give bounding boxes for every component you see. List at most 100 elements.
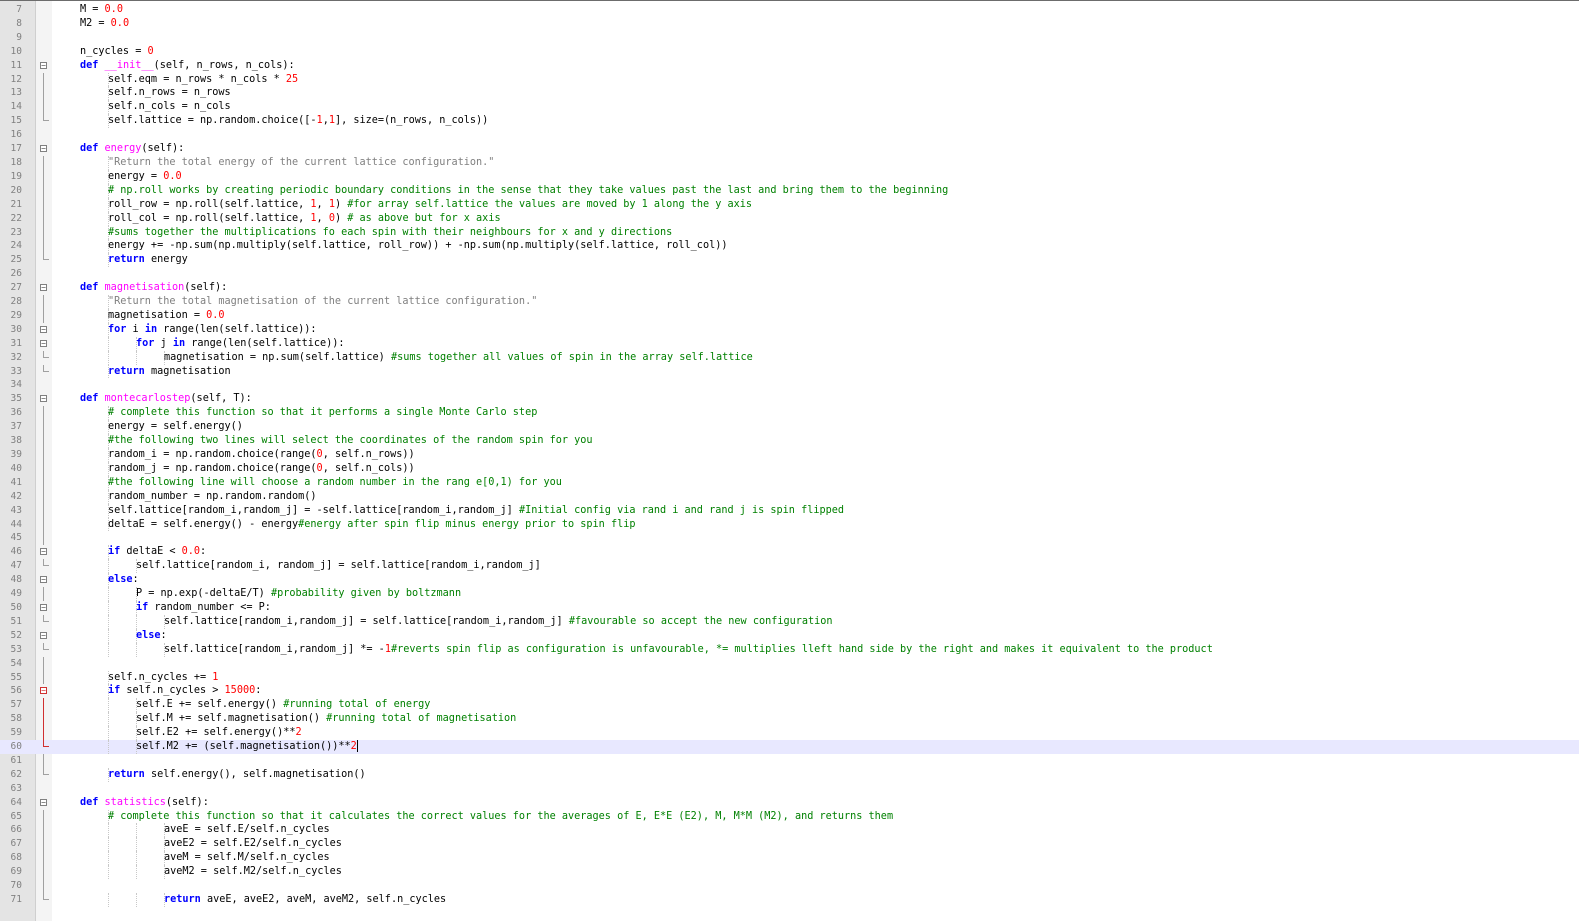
code-line[interactable]: 64 − def statistics(self): bbox=[0, 796, 1579, 810]
code-text[interactable]: return magnetisation bbox=[108, 365, 231, 379]
code-text[interactable]: self.E2 += self.energy()**2 bbox=[136, 726, 302, 740]
code-line[interactable]: 67 aveE2 = self.E2/self.n_cycles bbox=[0, 837, 1579, 852]
code-line[interactable]: 19 energy = 0.0 bbox=[0, 169, 1579, 184]
code-text[interactable]: self.n_cols = n_cols bbox=[108, 100, 231, 114]
code-line[interactable]: 68 aveM = self.M/self.n_cycles bbox=[0, 851, 1579, 866]
code-line[interactable]: 52 − else: bbox=[0, 628, 1579, 643]
code-text[interactable]: random_i = np.random.choice(range(0, sel… bbox=[108, 448, 415, 462]
fold-toggle-icon[interactable]: − bbox=[40, 339, 47, 347]
code-text[interactable]: self.n_cycles += 1 bbox=[108, 671, 218, 685]
code-text[interactable]: self.n_rows = n_rows bbox=[108, 86, 231, 100]
code-text[interactable]: return aveE, aveE2, aveM, aveM2, self.n_… bbox=[164, 893, 446, 907]
code-text[interactable]: # complete this function so that it calc… bbox=[108, 810, 893, 824]
code-line[interactable]: 28 "Return the total magnetisation of the… bbox=[0, 295, 1579, 309]
code-text[interactable]: aveE2 = self.E2/self.n_cycles bbox=[164, 837, 342, 851]
code-text[interactable]: return self.energy(), self.magnetisation… bbox=[108, 768, 366, 782]
code-line[interactable]: 41 #the following line will choose a rand… bbox=[0, 475, 1579, 490]
code-text[interactable]: if random_number <= P: bbox=[136, 601, 271, 615]
code-text[interactable]: aveM = self.M/self.n_cycles bbox=[164, 851, 330, 865]
code-line[interactable]: 38 #the following two lines will select t… bbox=[0, 434, 1579, 448]
code-text[interactable]: #the following two lines will select the… bbox=[108, 434, 593, 448]
code-editor[interactable]: 7M = 0.0 8 M2 = 0.0 9 10 n_cycles = 0 11− def _… bbox=[0, 0, 1579, 921]
code-line[interactable]: 32 magnetisation = np.sum(self.lattice) #… bbox=[0, 350, 1579, 365]
code-text[interactable]: else: bbox=[136, 629, 167, 643]
code-text[interactable]: energy += -np.sum(np.multiply(self.latti… bbox=[108, 239, 727, 253]
code-line[interactable]: 25 return energy bbox=[0, 253, 1579, 268]
code-line[interactable]: 69 aveM2 = self.M2/self.n_cycles bbox=[0, 865, 1579, 880]
code-text[interactable]: #sums together the multiplications fo ea… bbox=[108, 226, 672, 240]
code-text[interactable]: # complete this function so that it perf… bbox=[108, 406, 537, 420]
code-line[interactable]: 50 − if random_number <= P: bbox=[0, 600, 1579, 615]
code-line[interactable]: 53 self.lattice[random_i,random_j] *= -1#… bbox=[0, 642, 1579, 657]
code-line[interactable]: 36 # complete this function so that it pe… bbox=[0, 406, 1579, 421]
code-line[interactable]: 58 self.M += self.magnetisation() #runnin… bbox=[0, 712, 1579, 727]
fold-toggle-icon[interactable]: − bbox=[40, 576, 47, 584]
code-text[interactable]: self.lattice = np.random.choice([-1,1], … bbox=[108, 114, 488, 128]
code-text[interactable]: self.M += self.magnetisation() #running … bbox=[136, 712, 516, 726]
fold-toggle-icon[interactable]: − bbox=[40, 631, 47, 639]
code-line[interactable]: 7 M = 0.0 bbox=[0, 3, 1579, 17]
code-line[interactable]: 62 return self.energy(), self.magnetisati… bbox=[0, 767, 1579, 782]
code-line[interactable]: 34 bbox=[0, 378, 1579, 392]
code-line[interactable]: 63 bbox=[0, 782, 1579, 796]
code-line[interactable]: 55 self.n_cycles += 1 bbox=[0, 670, 1579, 685]
code-text[interactable]: aveE = self.E/self.n_cycles bbox=[164, 823, 330, 837]
code-text[interactable]: else: bbox=[108, 573, 139, 587]
code-line[interactable]: 70 bbox=[0, 879, 1579, 893]
code-line[interactable]: 17 − def energy(self): bbox=[0, 142, 1579, 156]
code-line[interactable]: 61 bbox=[0, 753, 1579, 768]
code-text[interactable]: def statistics(self): bbox=[80, 796, 209, 810]
code-line[interactable]: 15 self.lattice = np.random.choice([-1,1]… bbox=[0, 114, 1579, 129]
code-text[interactable]: magnetisation = np.sum(self.lattice) #su… bbox=[164, 351, 753, 365]
code-text[interactable]: self.E += self.energy() #running total o… bbox=[136, 698, 430, 712]
code-line[interactable]: 26 bbox=[0, 267, 1579, 281]
code-line[interactable]: 16 bbox=[0, 128, 1579, 142]
code-line[interactable]: 47 self.lattice[random_i, random_j] = sel… bbox=[0, 559, 1579, 574]
code-line[interactable]: 37 energy = self.energy() bbox=[0, 420, 1579, 435]
code-line[interactable]: 56 − if self.n_cycles > 15000: bbox=[0, 684, 1579, 699]
code-text[interactable]: P = np.exp(-deltaE/T) #probability given… bbox=[136, 587, 461, 601]
code-text[interactable]: for j in range(len(self.lattice)): bbox=[136, 337, 345, 351]
code-line[interactable]: 9 bbox=[0, 31, 1579, 45]
code-line[interactable]: 45 bbox=[0, 531, 1579, 546]
code-text[interactable]: M = 0.0 bbox=[80, 3, 123, 17]
code-lines[interactable]: 7M = 0.0 8 M2 = 0.0 9 10 n_cycles = 0 11− def _… bbox=[0, 3, 1579, 907]
code-text[interactable]: # np.roll works by creating periodic bou… bbox=[108, 184, 948, 198]
code-text[interactable]: for i in range(len(self.lattice)): bbox=[108, 323, 317, 337]
code-text[interactable]: self.lattice[random_i,random_j] *= -1#re… bbox=[164, 643, 1213, 657]
code-line[interactable]: 43 self.lattice[random_i,random_j] = -sel… bbox=[0, 503, 1579, 518]
fold-toggle-icon[interactable]: − bbox=[40, 603, 47, 611]
code-line[interactable]: 22 roll_col = np.roll(self.lattice, 1, 0)… bbox=[0, 211, 1579, 226]
code-text[interactable]: self.M2 += (self.magnetisation())**2 bbox=[136, 740, 358, 754]
fold-toggle-icon[interactable]: − bbox=[40, 687, 47, 695]
fold-toggle-icon[interactable]: − bbox=[40, 395, 47, 403]
code-line[interactable]: 24 energy += -np.sum(np.multiply(self.lat… bbox=[0, 239, 1579, 254]
code-text[interactable]: energy = self.energy() bbox=[108, 420, 243, 434]
code-line[interactable]: 21 roll_row = np.roll(self.lattice, 1, 1)… bbox=[0, 197, 1579, 212]
code-line[interactable]: 42 random_number = np.random.random() bbox=[0, 489, 1579, 504]
code-text[interactable]: self.lattice[random_i,random_j] = self.l… bbox=[164, 615, 833, 629]
code-line[interactable]: 57 self.E += self.energy() #running total… bbox=[0, 698, 1579, 713]
code-line[interactable]: 14 self.n_cols = n_cols bbox=[0, 100, 1579, 115]
code-line[interactable]: 10 n_cycles = 0 bbox=[0, 45, 1579, 59]
code-text[interactable]: def __init__(self, n_rows, n_cols): bbox=[80, 59, 295, 73]
code-text[interactable]: #the following line will choose a random… bbox=[108, 476, 562, 490]
code-text[interactable]: return energy bbox=[108, 253, 188, 267]
code-line[interactable]: 35 − def montecarlostep(self, T): bbox=[0, 392, 1579, 406]
code-line[interactable]: 11 − def __init__(self, n_rows, n_cols): bbox=[0, 59, 1579, 73]
code-line[interactable]: 48 − else: bbox=[0, 573, 1579, 588]
code-line[interactable]: 65 # complete this function so that it ca… bbox=[0, 809, 1579, 824]
code-line[interactable]: 59 self.E2 += self.energy()**2 bbox=[0, 726, 1579, 741]
fold-toggle-icon[interactable]: − bbox=[40, 145, 47, 153]
code-line[interactable]: 23 #sums together the multiplications fo … bbox=[0, 225, 1579, 240]
code-text[interactable]: roll_col = np.roll(self.lattice, 1, 0) #… bbox=[108, 212, 501, 226]
code-text[interactable]: random_number = np.random.random() bbox=[108, 490, 317, 504]
code-line[interactable]: 30 − for i in range(len(self.lattice)): bbox=[0, 322, 1579, 337]
code-line[interactable]: 40 random_j = np.random.choice(range(0, s… bbox=[0, 461, 1579, 476]
code-text[interactable]: roll_row = np.roll(self.lattice, 1, 1) #… bbox=[108, 198, 752, 212]
code-text[interactable]: def energy(self): bbox=[80, 142, 184, 156]
code-text[interactable]: magnetisation = 0.0 bbox=[108, 309, 225, 323]
code-text[interactable]: def magnetisation(self): bbox=[80, 281, 227, 295]
code-line[interactable]: 39 random_i = np.random.choice(range(0, s… bbox=[0, 448, 1579, 462]
code-line[interactable]: 44 deltaE = self.energy() - energy#energy… bbox=[0, 517, 1579, 532]
